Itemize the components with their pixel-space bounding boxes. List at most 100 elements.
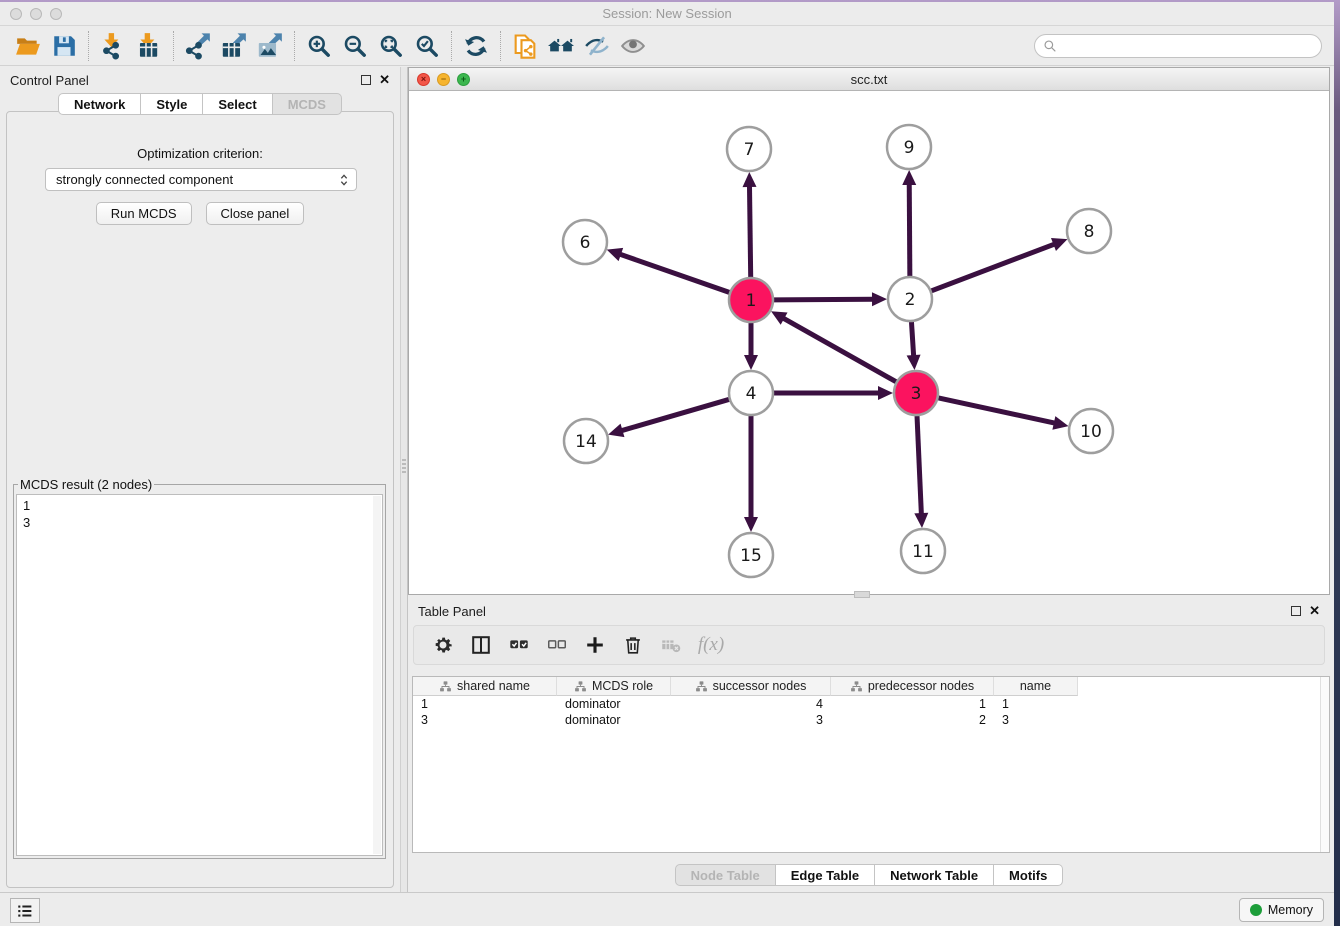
edge-3-1[interactable] bbox=[782, 318, 896, 382]
network-minimize-icon[interactable]: − bbox=[437, 73, 450, 86]
delete-icon[interactable] bbox=[616, 629, 650, 661]
export-table-icon[interactable] bbox=[216, 30, 252, 62]
zoom-out-icon[interactable] bbox=[337, 30, 373, 62]
memory-button[interactable]: Memory bbox=[1239, 898, 1324, 922]
hide-selected-icon[interactable] bbox=[579, 30, 615, 62]
task-history-button[interactable] bbox=[10, 898, 40, 923]
import-table-icon[interactable] bbox=[131, 30, 167, 62]
cell[interactable]: 2 bbox=[831, 712, 994, 728]
select-all-icon[interactable] bbox=[502, 629, 536, 661]
column-header-shared-name[interactable]: shared name bbox=[413, 677, 557, 696]
network-close-icon[interactable]: × bbox=[417, 73, 430, 86]
open-session-icon[interactable] bbox=[10, 30, 46, 62]
column-header-MCDS-role[interactable]: MCDS role bbox=[557, 677, 671, 696]
column-label: successor nodes bbox=[713, 679, 807, 693]
float-panel-icon[interactable] bbox=[361, 75, 371, 85]
vertical-splitter[interactable] bbox=[400, 67, 408, 892]
edge-1-2[interactable] bbox=[774, 299, 874, 300]
node-label-15: 15 bbox=[740, 546, 762, 566]
table-panel: Table Panel ✕ f(x) shared nameMCDS roles… bbox=[408, 598, 1330, 892]
edge-2-8[interactable] bbox=[932, 244, 1056, 291]
table-scrollbar[interactable] bbox=[1320, 677, 1329, 852]
tab-network[interactable]: Network bbox=[58, 93, 141, 115]
arrowhead-1-7 bbox=[743, 172, 757, 187]
cell[interactable]: dominator bbox=[557, 712, 671, 728]
table-tab-edge-table[interactable]: Edge Table bbox=[776, 864, 875, 886]
edge-1-6[interactable] bbox=[619, 254, 729, 293]
column-label: name bbox=[1020, 679, 1051, 693]
tab-style[interactable]: Style bbox=[141, 93, 203, 115]
zoom-fit-icon[interactable] bbox=[373, 30, 409, 62]
status-bar: Memory bbox=[0, 892, 1334, 926]
copy-network-icon[interactable] bbox=[507, 30, 543, 62]
node-label-8: 8 bbox=[1084, 222, 1095, 242]
network-canvas[interactable]: 1234678910111415 bbox=[409, 91, 1329, 594]
cell[interactable]: 3 bbox=[671, 712, 831, 728]
add-icon[interactable] bbox=[578, 629, 612, 661]
table-float-icon[interactable] bbox=[1291, 606, 1301, 616]
column-header-successor-nodes[interactable]: successor nodes bbox=[671, 677, 831, 696]
table-tab-network-table[interactable]: Network Table bbox=[875, 864, 994, 886]
horizontal-splitter-grip[interactable] bbox=[854, 591, 870, 598]
mcds-result-list[interactable]: 1 3 bbox=[16, 494, 383, 856]
column-header-name[interactable]: name bbox=[994, 677, 1078, 696]
show-all-icon[interactable] bbox=[615, 30, 651, 62]
node-label-4: 4 bbox=[746, 384, 757, 404]
edge-4-14[interactable] bbox=[621, 399, 729, 431]
save-session-icon[interactable] bbox=[46, 30, 82, 62]
node-label-14: 14 bbox=[575, 432, 597, 452]
search-icon bbox=[1043, 39, 1057, 53]
close-panel-button[interactable]: Close panel bbox=[206, 202, 305, 225]
search-box[interactable] bbox=[1034, 34, 1322, 58]
export-image-icon[interactable] bbox=[252, 30, 288, 62]
node-label-10: 10 bbox=[1080, 422, 1102, 442]
close-panel-icon[interactable]: ✕ bbox=[379, 75, 390, 85]
zoom-selected-icon[interactable] bbox=[409, 30, 445, 62]
clear-selection-icon[interactable] bbox=[540, 629, 574, 661]
cell[interactable]: 3 bbox=[413, 712, 557, 728]
table-row-2[interactable]: 3dominator323 bbox=[413, 712, 1329, 728]
network-maximize-icon[interactable]: + bbox=[457, 73, 470, 86]
cell[interactable]: 1 bbox=[413, 696, 557, 712]
arrowhead-4-14 bbox=[608, 424, 624, 437]
criterion-dropdown[interactable]: strongly connected component bbox=[45, 168, 357, 191]
network-titlebar[interactable]: × − + scc.txt bbox=[409, 68, 1329, 91]
edge-3-10[interactable] bbox=[938, 398, 1055, 423]
node-label-9: 9 bbox=[904, 138, 915, 158]
node-label-1: 1 bbox=[746, 291, 757, 311]
tab-select[interactable]: Select bbox=[203, 93, 272, 115]
arrowhead-2-3 bbox=[907, 355, 921, 370]
column-label: shared name bbox=[457, 679, 530, 693]
export-network-icon[interactable] bbox=[180, 30, 216, 62]
column-header-predecessor-nodes[interactable]: predecessor nodes bbox=[831, 677, 994, 696]
edge-3-11[interactable] bbox=[917, 416, 921, 515]
cell[interactable]: 1 bbox=[831, 696, 994, 712]
cell[interactable]: 1 bbox=[994, 696, 1078, 712]
show-columns-icon[interactable] bbox=[464, 629, 498, 661]
table-settings-icon[interactable] bbox=[426, 629, 460, 661]
home-view-icon[interactable] bbox=[543, 30, 579, 62]
run-mcds-button[interactable]: Run MCDS bbox=[96, 202, 192, 225]
tab-mcds[interactable]: MCDS bbox=[273, 93, 342, 115]
search-input[interactable] bbox=[1062, 39, 1321, 53]
edge-2-3[interactable] bbox=[911, 322, 913, 357]
table-close-icon[interactable]: ✕ bbox=[1309, 606, 1320, 616]
node-label-3: 3 bbox=[911, 384, 922, 404]
cell[interactable]: dominator bbox=[557, 696, 671, 712]
edge-1-7[interactable] bbox=[749, 185, 750, 277]
cell[interactable]: 3 bbox=[994, 712, 1078, 728]
toolbar-separator bbox=[294, 31, 295, 61]
table-tab-node-table[interactable]: Node Table bbox=[675, 864, 776, 886]
node-label-6: 6 bbox=[580, 233, 591, 253]
table-tab-motifs[interactable]: Motifs bbox=[994, 864, 1063, 886]
result-scrollbar[interactable] bbox=[373, 496, 381, 854]
memory-label: Memory bbox=[1268, 903, 1313, 917]
arrowhead-4-15 bbox=[744, 517, 758, 532]
table-row-1[interactable]: 1dominator411 bbox=[413, 696, 1329, 712]
zoom-in-icon[interactable] bbox=[301, 30, 337, 62]
edge-2-9[interactable] bbox=[909, 183, 910, 276]
cell[interactable]: 4 bbox=[671, 696, 831, 712]
import-network-icon[interactable] bbox=[95, 30, 131, 62]
apply-layout-icon[interactable] bbox=[458, 30, 494, 62]
app-window: Session: New Session Control Panel ✕ Net… bbox=[0, 2, 1334, 926]
